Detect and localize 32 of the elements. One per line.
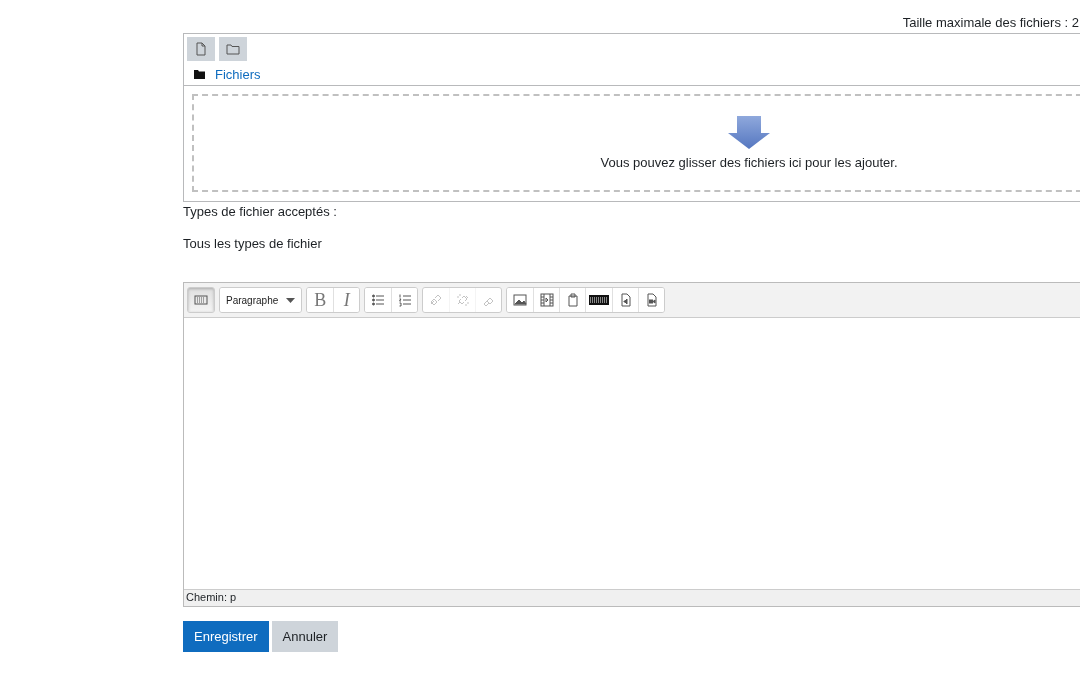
video-button[interactable] [638,288,665,312]
drop-zone[interactable]: Vous pouvez glisser des fichiers ici pour les ajouter. [192,94,1080,192]
folder-path-link[interactable]: Fichiers [215,66,261,82]
audio-file-icon [618,293,633,307]
italic-button[interactable]: I [333,288,360,312]
save-button[interactable]: Enregistrer [183,621,269,652]
image-icon [513,293,528,307]
folder-icon [226,42,240,56]
unlink-icon [455,293,470,307]
toggle-button[interactable] [188,288,214,312]
editor-path-bar: Chemin: p [184,589,1080,606]
link-icon [429,293,444,307]
numbered-list-icon [397,293,412,307]
keyboard-icon [194,293,208,307]
keyboard-icon [589,293,610,307]
paragraph-style-select[interactable]: Paragraphe [220,288,302,312]
add-file-button[interactable] [187,37,215,61]
folder-icon [194,69,205,79]
accepted-types-value: Tous les types de fichier [183,236,323,253]
video-file-icon [644,293,659,307]
numbers-button[interactable] [391,288,418,312]
down-arrow-icon [728,116,770,149]
max-file-size-text: Taille maximale des fichiers : 2 [901,15,1080,32]
file-icon [194,42,208,56]
clipboard-icon [565,293,580,307]
cancel-button[interactable]: Annuler [271,621,339,652]
accepted-types-label: Types de fichier acceptés : [183,204,338,221]
bullet-list-icon [371,293,386,307]
drop-zone-text: Vous pouvez glisser des fichiers ici pour les ajouter. [600,155,898,170]
caret-icon [286,297,296,303]
create-folder-button[interactable] [219,37,247,61]
film-icon [539,293,554,307]
